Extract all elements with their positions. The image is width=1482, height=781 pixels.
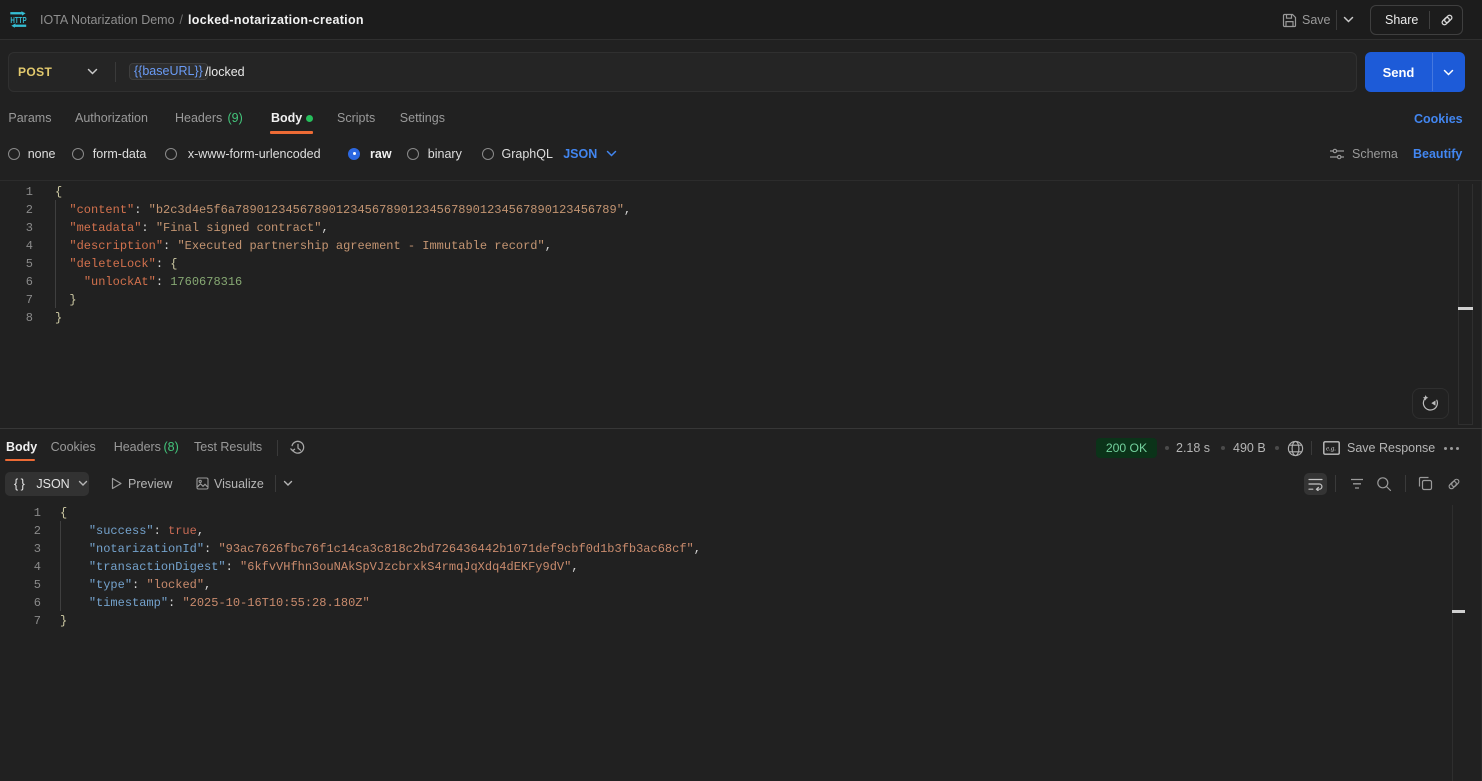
- svg-text:HTTP: HTTP: [10, 16, 27, 25]
- svg-text:e.g.: e.g.: [1326, 445, 1336, 453]
